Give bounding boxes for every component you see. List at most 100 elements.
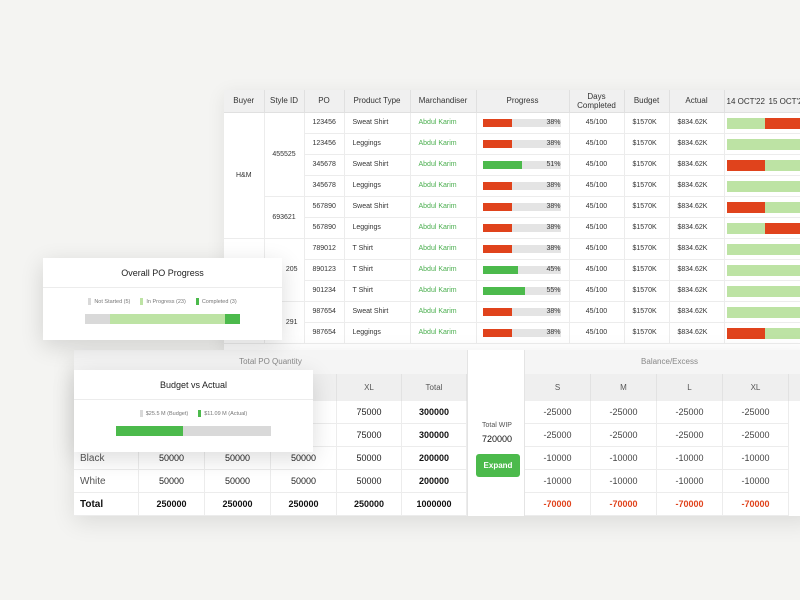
expand-button[interactable]: Expand [476, 454, 520, 477]
actual-cell: $834.62K [669, 112, 725, 134]
merchandiser-cell[interactable]: Abdul Karim [410, 196, 477, 218]
po-cell: 901234 [304, 280, 345, 302]
progress-fill [482, 202, 513, 211]
gantt-bar[interactable] [726, 222, 765, 234]
total-wip-column: Total WIP 720000 Expand [467, 350, 525, 516]
merchandiser-cell[interactable]: Abdul Karim [410, 238, 477, 260]
column-header-total: Total [402, 374, 467, 401]
po-table: Buyer Style ID PO Product Type Marchandi… [224, 90, 800, 344]
progress-cell: 38% [476, 196, 570, 218]
quantity-cell: -10000 [657, 447, 723, 470]
table-row[interactable]: 123456 Leggings Abdul Karim 38% 45/100 $1570K… [224, 133, 800, 155]
header-merchandiser: Marchandiser [410, 90, 477, 113]
table-row[interactable]: 345678 Sweat Shirt Abdul Karim 51% 45/100 $15… [224, 154, 800, 176]
quantity-cell: -70000 [591, 493, 657, 516]
po-cell: 567890 [304, 217, 345, 239]
progress-cell: 38% [476, 133, 570, 155]
budget-cell: $1570K [624, 238, 670, 260]
gantt-bar[interactable] [764, 327, 800, 339]
timeline-cell [724, 154, 800, 176]
merchandiser-cell[interactable]: Abdul Karim [410, 259, 477, 281]
actual-cell: $834.62K [669, 196, 725, 218]
gantt-bar[interactable] [726, 117, 765, 129]
quantity-cell: 300000 [402, 401, 467, 424]
table-row[interactable]: 291 987654 Sweat Shirt Abdul Karim 38% 45/100… [224, 301, 800, 344]
header-po: PO [304, 90, 345, 113]
header-progress: Progress [476, 90, 570, 113]
timeline-cell [724, 322, 800, 344]
budget-cell: $1570K [624, 280, 670, 302]
progress-label: 38% [546, 182, 561, 189]
gantt-bar[interactable] [764, 201, 800, 213]
actual-cell: $834.62K [669, 322, 725, 344]
gantt-bar[interactable] [726, 327, 765, 339]
gantt-bar[interactable] [764, 117, 800, 129]
quantity-cell: -10000 [591, 447, 657, 470]
gantt-bar[interactable] [726, 243, 800, 255]
budget-vs-actual-title: Budget vs Actual [74, 370, 313, 400]
budget-cell: $1570K [624, 217, 670, 239]
merchandiser-cell[interactable]: Abdul Karim [410, 112, 477, 134]
quantity-cell: -10000 [723, 470, 789, 493]
merchandiser-cell[interactable]: Abdul Karim [410, 154, 477, 176]
progress-cell: 38% [476, 322, 570, 344]
total-wip-value: 720000 [481, 434, 513, 444]
header-timeline: 14 OCT'22 15 OCT'22 [724, 90, 800, 113]
style-id-cell: 455525 [264, 112, 305, 197]
progress-label: 38% [546, 308, 561, 315]
gantt-bar[interactable] [726, 159, 765, 171]
table-row[interactable]: 567890 Leggings Abdul Karim 38% 45/100 $1570K… [224, 217, 800, 239]
merchandiser-cell[interactable]: Abdul Karim [410, 175, 477, 197]
progress-cell: 51% [476, 154, 570, 176]
budget-bar [116, 426, 271, 436]
legend-label: $11.09 M (Actual) [204, 410, 248, 417]
product-type-cell: Leggings [344, 133, 411, 155]
table-row[interactable]: 693621 567890 Sweat Shirt Abdul Karim 38% 45/… [224, 196, 800, 239]
progress-cell: 38% [476, 112, 570, 134]
gantt-bar[interactable] [764, 159, 800, 171]
quantity-cell: -25000 [723, 424, 789, 447]
timeline-cell [724, 238, 800, 260]
gantt-bar[interactable] [726, 180, 800, 192]
quantity-cell: 200000 [402, 447, 467, 470]
quantity-cell: -10000 [525, 447, 591, 470]
merchandiser-cell[interactable]: Abdul Karim [410, 217, 477, 239]
quantity-cell: 300000 [402, 424, 467, 447]
progress-fill [482, 139, 513, 148]
gantt-bar[interactable] [726, 201, 765, 213]
quantity-cell: 50000 [205, 470, 271, 493]
header-days-completed: Days Completed [569, 90, 625, 113]
gantt-bar[interactable] [764, 222, 800, 234]
budget-cell: $1570K [624, 175, 670, 197]
merchandiser-cell[interactable]: Abdul Karim [410, 301, 477, 323]
table-row[interactable]: H&M 455525 123456 Sweat Shirt Abdul Karim 38%… [224, 112, 800, 239]
merchandiser-cell[interactable]: Abdul Karim [410, 322, 477, 344]
progress-bar: 38% [482, 307, 569, 316]
gantt-bar[interactable] [726, 138, 800, 150]
table-row[interactable]: 987654 Leggings Abdul Karim 38% 45/100 $1570K… [224, 322, 800, 344]
quantity-cell: 50000 [271, 470, 337, 493]
merchandiser-cell[interactable]: Abdul Karim [410, 133, 477, 155]
progress-label: 51% [546, 161, 561, 168]
table-row[interactable]: 345678 Leggings Abdul Karim 38% 45/100 $1570K… [224, 175, 800, 197]
gantt-bar[interactable] [726, 306, 800, 318]
table-row[interactable]: 890123 T Shirt Abdul Karim 45% 45/100 $1570K $… [224, 259, 800, 281]
legend-swatch [140, 298, 144, 305]
budget-vs-actual-card: Budget vs Actual $25.5 M (Budget) $11.09… [74, 370, 313, 452]
po-cell: 123456 [304, 133, 345, 155]
budget-cell: $1570K [624, 259, 670, 281]
table-row[interactable]: 901234 T Shirt Abdul Karim 55% 45/100 $1570K $… [224, 280, 800, 302]
column-header [789, 374, 800, 401]
days-completed-cell: 45/100 [569, 175, 625, 197]
quantity-cell: -70000 [657, 493, 723, 516]
gantt-bar[interactable] [726, 285, 800, 297]
product-type-cell: Leggings [344, 217, 411, 239]
merchandiser-cell[interactable]: Abdul Karim [410, 280, 477, 302]
gantt-bar[interactable] [726, 264, 800, 276]
table-row[interactable]: 205 789012 T Shirt Abdul Karim 38% 45/100 $157… [224, 238, 800, 344]
progress-label: 38% [546, 329, 561, 336]
quantity-cell: 250000 [205, 493, 271, 516]
timeline-cell [724, 175, 800, 197]
timeline-cell [724, 133, 800, 155]
quantity-cell: -10000 [723, 447, 789, 470]
